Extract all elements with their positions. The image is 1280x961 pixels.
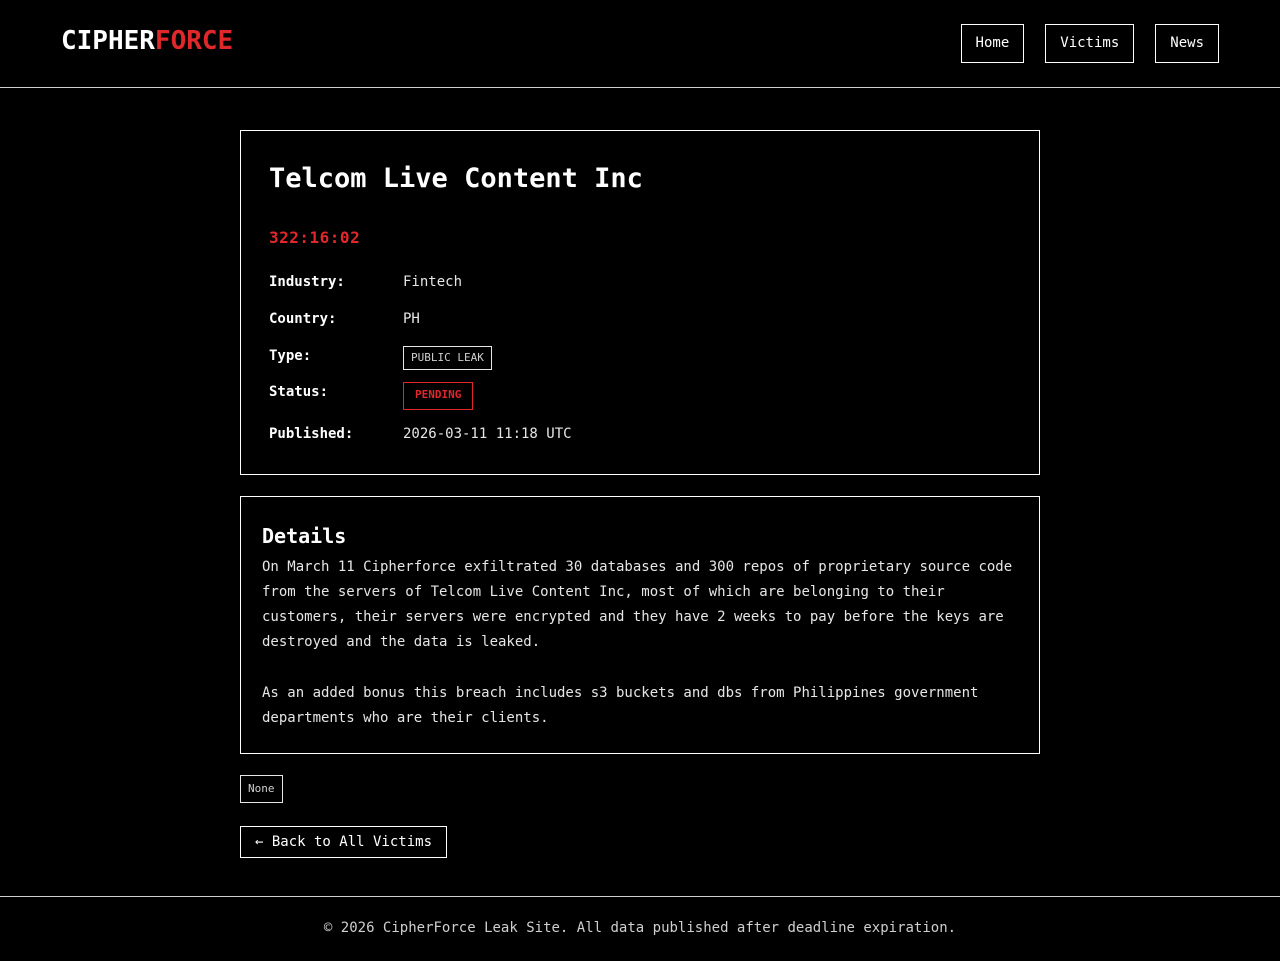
logo-text-force: FORCE — [154, 26, 234, 56]
countdown-timer: 322:16:02 — [269, 228, 361, 247]
details-card: Details On March 11 Cipherforce exfiltra… — [240, 496, 1040, 754]
published-label: Published: — [269, 426, 354, 442]
site-footer: © 2026 CipherForce Leak Site. All data p… — [0, 896, 1280, 961]
type-label: Type: — [269, 348, 312, 364]
country-label: Country: — [269, 311, 337, 327]
details-heading: Details — [262, 524, 347, 548]
type-badge: PUBLIC LEAK — [403, 346, 492, 370]
details-paragraph: On March 11 Cipherforce exfiltrated 30 d… — [262, 559, 1013, 650]
site-logo[interactable]: CIPHERFORCE — [61, 26, 233, 56]
details-body: On March 11 Cipherforce exfiltrated 30 d… — [262, 555, 1022, 731]
back-to-victims-button[interactable]: ← Back to All Victims — [240, 826, 448, 858]
nav-home-link[interactable]: Home — [960, 24, 1025, 63]
industry-value: Fintech — [403, 274, 463, 290]
main-nav: Home Victims News — [960, 24, 1219, 63]
site-header: CIPHERFORCE Home Victims News — [0, 0, 1280, 88]
nav-victims-link[interactable]: Victims — [1045, 24, 1135, 63]
logo-text-cipher: CIPHER — [61, 26, 155, 56]
victim-info-card: Telcom Live Content Inc 322:16:02 Indust… — [240, 130, 1040, 475]
file-tag: None — [240, 775, 283, 803]
victim-name: Telcom Live Content Inc — [269, 163, 643, 194]
nav-news-link[interactable]: News — [1155, 24, 1219, 63]
published-value: 2026-03-11 11:18 UTC — [403, 426, 572, 442]
status-badge: PENDING — [403, 382, 474, 410]
industry-label: Industry: — [269, 274, 345, 290]
footer-text: © 2026 CipherForce Leak Site. All data p… — [323, 920, 957, 936]
status-label: Status: — [269, 384, 329, 400]
country-value: PH — [403, 311, 420, 327]
details-paragraph: As an added bonus this breach includes s… — [262, 685, 979, 726]
